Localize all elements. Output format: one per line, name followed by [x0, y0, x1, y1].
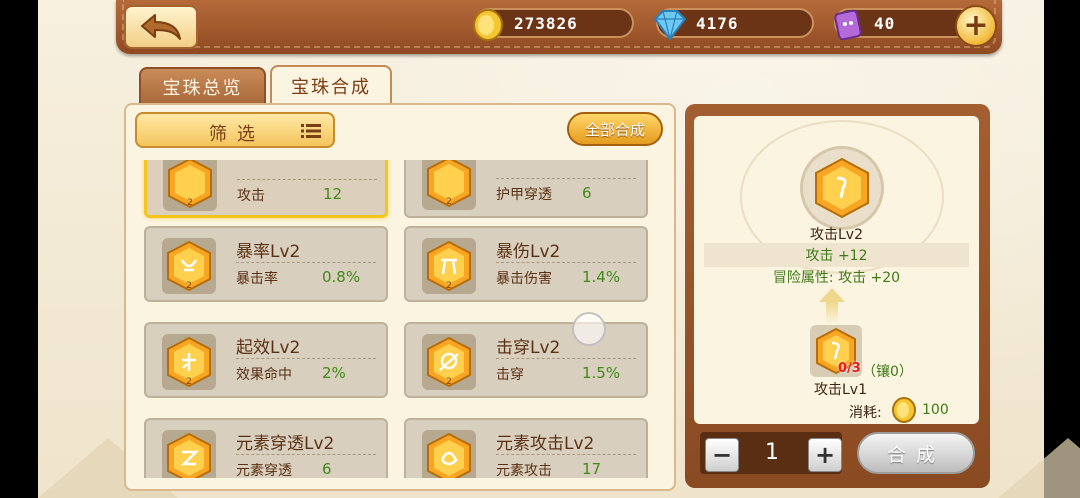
pierce-gem-icon: 2 [427, 336, 471, 388]
gem-value: 12 [323, 185, 343, 203]
material-inlaid: （镶0） [862, 364, 913, 380]
crit-rate-gem-icon: 2 [167, 240, 211, 292]
gem-name: 击穿Lv2 [496, 338, 561, 358]
gem-slot [162, 430, 216, 478]
gem-value: 6 [322, 460, 332, 478]
cost-label: 消耗: [849, 405, 882, 421]
right-letterbox [1044, 0, 1080, 498]
gem-card-armor-pen[interactable]: 2 护甲穿透 6 [404, 160, 648, 218]
svg-text:2: 2 [186, 281, 192, 291]
effect-hit-gem-icon: 2 [167, 336, 211, 388]
gem-value: 1.4% [582, 268, 621, 286]
quantity-minus-button[interactable]: − [705, 438, 739, 472]
gem-name: 元素攻击Lv2 [496, 434, 595, 454]
coin-amount: 273826 [514, 13, 578, 33]
result-adventure-attr: 冒险属性: 攻击 +20 [772, 270, 901, 286]
gem-slot [422, 430, 476, 478]
result-gem [800, 146, 884, 230]
diamond-amount: 4176 [696, 13, 739, 33]
gem-slot: 2 [422, 160, 476, 210]
ticket-icon [828, 5, 868, 45]
gem-value: 1.5% [582, 364, 621, 382]
gem-slot: 2 [422, 334, 476, 390]
attack-gem-icon: 2 [168, 160, 212, 209]
gem-slot: 2 [162, 238, 216, 294]
gem-name: 暴率Lv2 [236, 242, 301, 262]
gem-attr: 效果命中 [236, 367, 292, 383]
coin-icon [892, 397, 916, 423]
coin-icon [468, 5, 508, 45]
gem-name: 起效Lv2 [236, 338, 301, 358]
gem-value: 6 [582, 184, 592, 202]
tab-gem-overview[interactable]: 宝珠总览 [139, 67, 266, 105]
gem-name: 元素穿透Lv2 [236, 434, 335, 454]
filter-label: 筛选 [209, 124, 265, 145]
gem-attr: 暴击伤害 [496, 271, 552, 287]
filter-button[interactable]: 筛选 [135, 112, 335, 148]
gem-card-crit-dmg[interactable]: 2 暴伤Lv2 暴击伤害 1.4% [404, 226, 648, 302]
list-icon [301, 124, 321, 138]
gem-name: 暴伤Lv2 [496, 242, 561, 262]
cost-value: 100 [922, 402, 949, 418]
tab-gem-synthesis[interactable]: 宝珠合成 [270, 65, 392, 105]
touch-indicator [572, 312, 606, 346]
gem-slot: 2 [162, 334, 216, 390]
diamond-counter: 4176 [653, 8, 814, 41]
gem-attr: 攻击 [237, 188, 265, 204]
gem-value: 17 [582, 460, 602, 478]
svg-text:2: 2 [446, 281, 452, 291]
svg-text:2: 2 [186, 377, 192, 387]
material-count: 0/3 [838, 361, 861, 376]
material-name: 攻击Lv1 [814, 382, 867, 398]
plus-icon: + [963, 8, 989, 43]
coin-counter: 273826 [473, 8, 634, 41]
gem-card-elem-atk[interactable]: 元素攻击Lv2 元素攻击 17 [404, 418, 648, 478]
synthesize-button[interactable]: 合成 [857, 432, 975, 474]
attack-gem-large-icon [815, 157, 869, 219]
arrow-up-icon [819, 288, 845, 302]
back-arrow-icon [141, 14, 181, 40]
elem-atk-gem-icon [427, 432, 471, 478]
elem-pen-gem-icon [167, 432, 211, 478]
gem-card-attack[interactable]: 2 攻击 12 [144, 160, 388, 218]
svg-text:2: 2 [446, 377, 452, 387]
gem-slot: 2 [422, 238, 476, 294]
crit-dmg-gem-icon: 2 [427, 240, 471, 292]
gem-attr: 暴击率 [236, 271, 278, 287]
gem-attr: 元素穿透 [236, 463, 292, 478]
left-letterbox [0, 0, 38, 498]
gem-card-crit-rate[interactable]: 2 暴率Lv2 暴击率 0.8% [144, 226, 388, 302]
quantity-plus-button[interactable]: + [808, 438, 842, 472]
back-button[interactable] [124, 5, 198, 49]
add-currency-button[interactable]: + [955, 5, 997, 47]
result-gem-attr: 攻击 +12 [805, 248, 868, 264]
gem-card-elem-pen[interactable]: 元素穿透Lv2 元素穿透 6 [144, 418, 388, 478]
diamond-icon [650, 5, 690, 45]
gem-attr: 护甲穿透 [496, 187, 552, 203]
result-gem-name: 攻击Lv2 [810, 227, 863, 243]
gem-card-effect-hit[interactable]: 2 起效Lv2 效果命中 2% [144, 322, 388, 398]
gem-attr: 元素攻击 [496, 463, 552, 478]
quantity-value: 1 [765, 440, 779, 465]
combine-all-button[interactable]: 全部合成 [567, 112, 663, 146]
gem-card-pierce[interactable]: 2 击穿Lv2 击穿 1.5% [404, 322, 648, 398]
gem-value: 0.8% [322, 268, 361, 286]
ticket-amount: 40 [874, 13, 896, 33]
svg-text:2: 2 [446, 197, 452, 207]
gem-slot: 2 [163, 160, 217, 211]
gem-attr: 击穿 [496, 367, 524, 383]
gem-value: 2% [322, 364, 346, 382]
svg-text:2: 2 [187, 198, 193, 208]
armor-pen-gem-icon: 2 [427, 160, 471, 208]
